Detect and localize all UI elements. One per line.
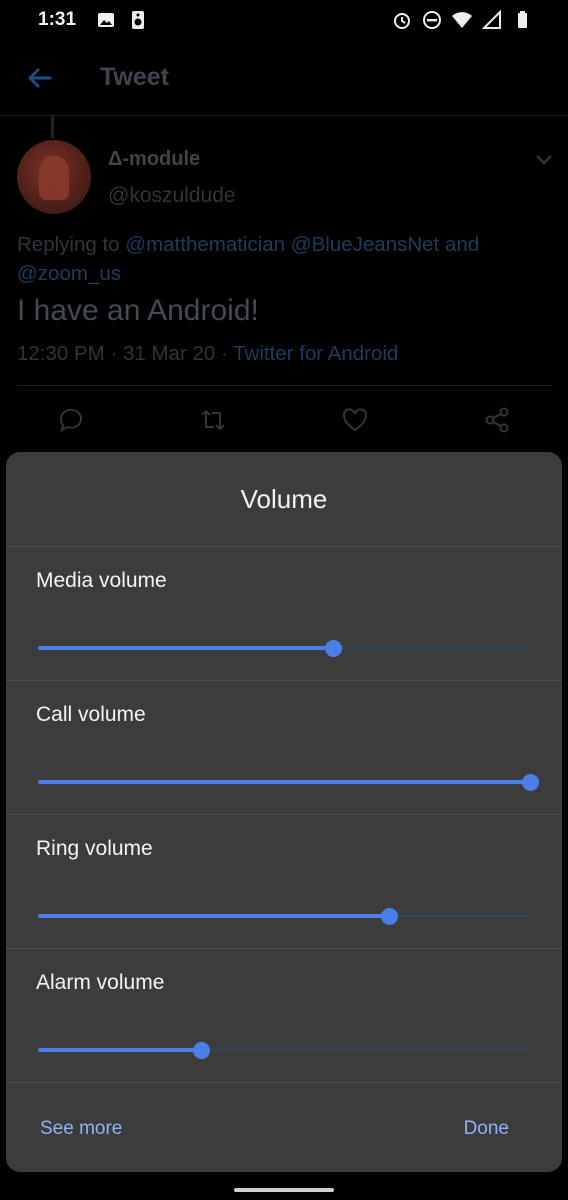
- call-volume-slider[interactable]: [38, 773, 539, 791]
- tweet-header: Tweet: [0, 40, 568, 116]
- divider: [17, 385, 552, 386]
- slider-thumb[interactable]: [381, 908, 399, 925]
- tweet-timestamp: 12:30 PM · 31 Mar 20 ·: [17, 342, 228, 365]
- tweet-source-link[interactable]: Twitter for Android: [233, 342, 398, 365]
- thread-line: [51, 116, 54, 138]
- slider-fill: [38, 914, 390, 918]
- volume-panel-title: Volume: [6, 452, 562, 547]
- author-name[interactable]: Δ-module: [108, 148, 200, 171]
- alarm-volume-label: Alarm volume: [36, 971, 165, 994]
- done-button[interactable]: Done: [464, 1118, 509, 1140]
- page-title: Tweet: [100, 63, 169, 91]
- author-handle[interactable]: @koszuldude: [108, 184, 236, 208]
- volume-panel: Volume Media volume Call volume Ring vol…: [6, 452, 562, 1172]
- status-bar: 1:31: [0, 0, 568, 40]
- replying-prefix: Replying to: [17, 233, 120, 256]
- call-volume-label: Call volume: [36, 703, 146, 726]
- slider-thumb[interactable]: [324, 640, 342, 657]
- share-icon[interactable]: [483, 406, 511, 434]
- slider-fill: [38, 780, 530, 784]
- tweet-text: I have an Android!: [17, 294, 259, 327]
- home-indicator[interactable]: [234, 1188, 334, 1192]
- tweet-actions: [0, 400, 568, 440]
- back-arrow-icon[interactable]: [24, 63, 54, 93]
- tweet-meta: 12:30 PM · 31 Mar 20 · Twitter for Andro…: [17, 342, 398, 366]
- media-volume-label: Media volume: [36, 569, 167, 592]
- slider-fill: [38, 1048, 202, 1052]
- chevron-down-icon[interactable]: [535, 154, 553, 166]
- slider-thumb[interactable]: [521, 774, 539, 791]
- see-more-button[interactable]: See more: [40, 1118, 122, 1140]
- image-icon: [98, 13, 115, 27]
- replying-to: Replying to @matthematician @BlueJeansNe…: [17, 230, 537, 288]
- battery-icon: [518, 11, 527, 28]
- call-volume-row: Call volume: [6, 681, 562, 815]
- speaker-icon: [132, 11, 145, 29]
- alarm-volume-row: Alarm volume: [6, 949, 562, 1083]
- wifi-icon: [452, 12, 472, 28]
- ring-volume-slider[interactable]: [38, 907, 530, 925]
- mention-link[interactable]: @zoom_us: [17, 262, 121, 285]
- mention-link[interactable]: @matthematician: [125, 233, 285, 256]
- mention-conjunction: and: [444, 233, 480, 256]
- slider-fill: [38, 646, 334, 650]
- alarm-icon: [394, 13, 410, 29]
- avatar[interactable]: [17, 140, 91, 214]
- retweet-icon[interactable]: [199, 406, 227, 434]
- alarm-volume-slider[interactable]: [38, 1041, 530, 1059]
- ring-volume-label: Ring volume: [36, 837, 153, 860]
- reply-icon[interactable]: [57, 406, 85, 434]
- slider-thumb[interactable]: [193, 1042, 211, 1059]
- signal-icon: [482, 10, 501, 29]
- media-volume-slider[interactable]: [38, 639, 530, 657]
- media-volume-row: Media volume: [6, 547, 562, 681]
- like-icon[interactable]: [341, 406, 369, 434]
- volume-panel-footer: See more Done: [6, 1084, 562, 1172]
- dnd-icon: [423, 11, 441, 29]
- status-time: 1:31: [38, 9, 77, 30]
- ring-volume-row: Ring volume: [6, 815, 562, 949]
- mention-link[interactable]: @BlueJeansNet: [291, 233, 439, 256]
